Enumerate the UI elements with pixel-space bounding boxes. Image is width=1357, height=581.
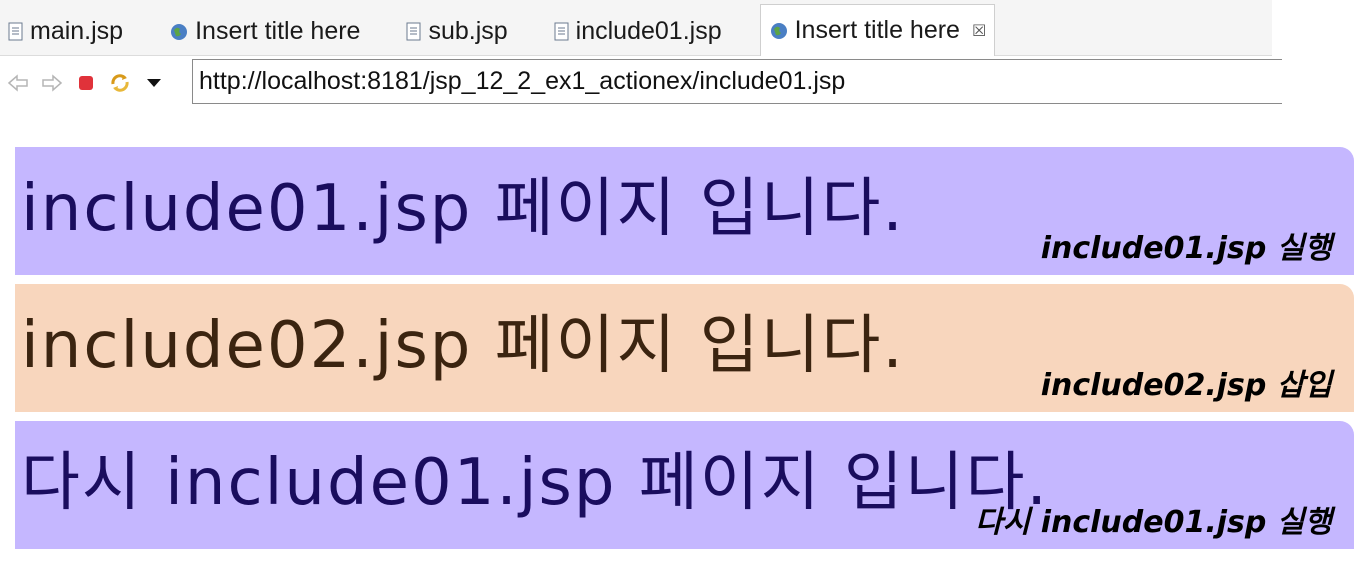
include01-caption: include01.jsp 실행 — [1040, 231, 1332, 266]
include02-section: include02.jsp 페이지 입니다. include02.jsp 삽입 — [15, 284, 1354, 412]
close-tab-icon[interactable]: ☒ — [972, 21, 986, 41]
tab-label: sub.jsp — [428, 17, 508, 45]
tab-insert-title-active[interactable]: Insert title here ☒ — [759, 4, 996, 56]
include01-again-heading: 다시 include01.jsp 페이지 입니다. — [21, 446, 1049, 520]
tab-sub-jsp[interactable]: sub.jsp — [398, 8, 515, 55]
include01-again-section: 다시 include01.jsp 페이지 입니다. 다시 include01.j… — [15, 421, 1354, 549]
tab-include01-jsp[interactable]: include01.jsp — [546, 8, 730, 55]
include01-again-caption: 다시 include01.jsp 실행 — [975, 505, 1332, 540]
tab-main-jsp[interactable]: main.jsp — [0, 8, 131, 55]
jsp-file-icon — [8, 22, 24, 42]
globe-icon — [169, 22, 189, 42]
stop-icon[interactable] — [72, 69, 100, 97]
back-arrow-icon[interactable] — [4, 69, 32, 97]
browser-toolbar: http://localhost:8181/jsp_12_2_ex1_actio… — [0, 56, 1282, 110]
jsp-file-icon — [406, 22, 422, 42]
tab-label: main.jsp — [30, 17, 124, 45]
include01-heading: include01.jsp 페이지 입니다. — [21, 172, 905, 246]
tab-label: include01.jsp — [575, 17, 722, 45]
globe-icon — [769, 21, 789, 41]
include01-section: include01.jsp 페이지 입니다. include01.jsp 실행 — [15, 147, 1354, 275]
url-input[interactable]: http://localhost:8181/jsp_12_2_ex1_actio… — [192, 59, 1282, 104]
include02-caption: include02.jsp 삽입 — [1040, 368, 1332, 403]
editor-tab-bar: main.jsp Insert title here sub.jsp inclu… — [0, 0, 1272, 56]
include02-heading: include02.jsp 페이지 입니다. — [21, 309, 905, 383]
forward-arrow-icon[interactable] — [38, 69, 66, 97]
tab-label: Insert title here — [195, 17, 361, 45]
tab-label: Insert title here — [794, 16, 960, 44]
tab-insert-title-1[interactable]: Insert title here — [161, 8, 368, 55]
refresh-icon[interactable] — [106, 69, 134, 97]
dropdown-arrow-icon[interactable] — [140, 69, 168, 97]
jsp-file-icon — [554, 22, 570, 42]
